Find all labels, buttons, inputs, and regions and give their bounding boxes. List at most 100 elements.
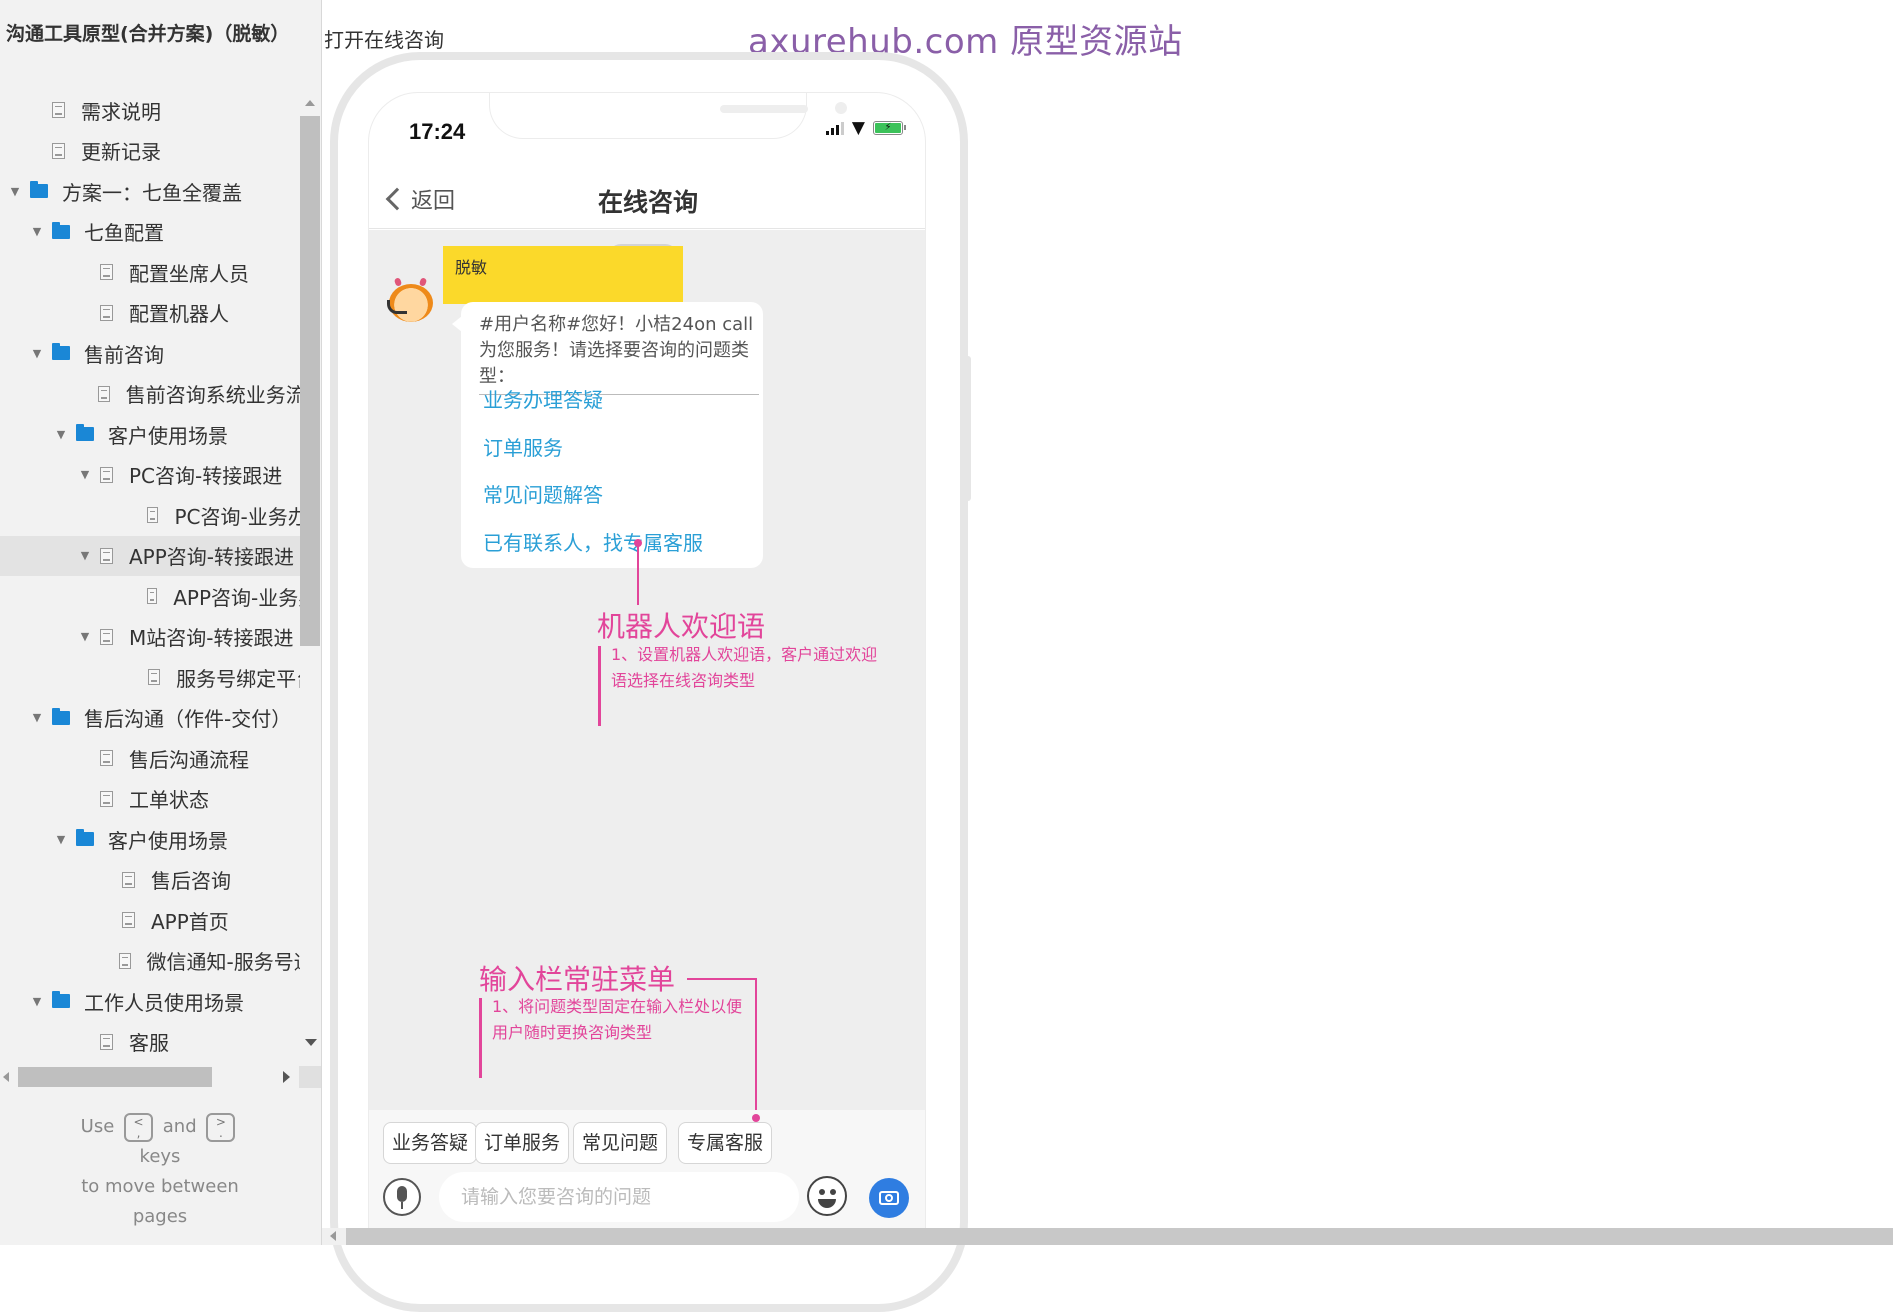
scroll-left-arrow-icon[interactable] xyxy=(330,1231,336,1241)
annotation-connector xyxy=(637,543,639,605)
page-icon xyxy=(100,304,113,321)
scroll-up-arrow-icon[interactable] xyxy=(305,100,315,106)
tree-item[interactable]: ▼PC咨询-业务办理 xyxy=(0,495,300,536)
prev-key-icon: <, xyxy=(124,1112,154,1142)
tree-item-label: 配置机器人 xyxy=(129,302,229,327)
phone-side-button xyxy=(966,356,971,501)
quick-menu-order[interactable]: 订单服务 xyxy=(475,1122,570,1164)
page-icon xyxy=(52,142,65,159)
page-horizontal-scrollbar[interactable] xyxy=(322,1228,1893,1245)
tree-item[interactable]: ▼ 售后沟通（作件-交付） xyxy=(0,698,300,739)
input-bar: 业务答疑 订单服务 常见问题 专属客服 xyxy=(369,1110,925,1231)
expand-arrow-icon[interactable]: ▼ xyxy=(78,468,92,481)
folder-icon xyxy=(76,829,94,847)
emoji-icon[interactable] xyxy=(807,1176,847,1216)
horizontal-scrollbar[interactable] xyxy=(0,1066,300,1088)
page-icon xyxy=(52,102,65,119)
tree-item[interactable]: ▼售前咨询系统业务流程 xyxy=(0,374,300,415)
hint-pages: pages xyxy=(132,1206,188,1227)
tree-item[interactable]: ▼配置坐席人员 xyxy=(0,252,300,293)
hint-move: to move between xyxy=(81,1176,239,1197)
tree-item[interactable]: ▼ 工作人员使用场景 xyxy=(0,981,300,1022)
tree-item-label: APP咨询-业务办理 xyxy=(173,585,300,610)
expand-arrow-icon[interactable]: ▼ xyxy=(78,630,92,643)
expand-arrow-icon[interactable]: ▼ xyxy=(8,185,22,198)
scrollbar-thumb[interactable] xyxy=(300,116,320,646)
page-icon xyxy=(122,871,135,888)
scrollbar-thumb[interactable] xyxy=(18,1067,212,1087)
page-icon xyxy=(146,588,158,605)
folder-icon xyxy=(52,343,70,361)
expand-arrow-icon[interactable]: ▼ xyxy=(30,225,44,238)
tree-item[interactable]: ▼ 售前咨询 xyxy=(0,333,300,374)
tree-item[interactable]: ▼微信通知-服务号通知 xyxy=(0,941,300,982)
page-icon xyxy=(100,547,113,564)
expand-arrow-icon[interactable]: ▼ xyxy=(30,711,44,724)
scroll-right-arrow-icon[interactable] xyxy=(283,1071,290,1083)
tree-item[interactable]: ▼ 客户使用场景 xyxy=(0,414,300,455)
hint-use: Use xyxy=(80,1116,115,1137)
page-icon xyxy=(148,669,161,686)
tree-item[interactable]: ▼ 方案一：七鱼全覆盖 xyxy=(0,171,300,212)
option-exclusive-agent[interactable]: 已有联系人，找专属客服 xyxy=(483,527,703,556)
tree-item-label: PC咨询-转接跟进 xyxy=(129,464,283,489)
quick-menu-exclusive-agent[interactable]: 专属客服 xyxy=(678,1122,773,1164)
annotation-title: 机器人欢迎语 xyxy=(597,610,766,643)
page-icon xyxy=(147,507,159,524)
tree-item-label: 配置坐席人员 xyxy=(129,261,249,286)
expand-arrow-icon[interactable]: ▼ xyxy=(54,428,68,441)
tree-item-label: 七鱼配置 xyxy=(84,221,164,246)
expand-arrow-icon[interactable]: ▼ xyxy=(78,549,92,562)
annotation-connector xyxy=(755,978,757,1116)
nav-bar: 返回 在线咨询 xyxy=(369,175,925,229)
project-title: 沟通工具原型(合并方案)（脱敏） xyxy=(6,23,290,45)
scroll-down-arrow-icon[interactable] xyxy=(305,1039,317,1046)
hint-and: and xyxy=(162,1116,197,1137)
expand-arrow-icon[interactable]: ▼ xyxy=(30,347,44,360)
annotation-body: 1、将问题类型固定在输入栏处以便用户随时更换咨询类型 xyxy=(492,997,743,1042)
tree-item[interactable]: ▼售后咨询 xyxy=(0,860,300,901)
keyboard-hint: Use <, and >. keys to move between pages xyxy=(60,1112,260,1232)
scroll-left-arrow-icon[interactable] xyxy=(3,1072,9,1082)
tree-item[interactable]: ▼更新记录 xyxy=(0,131,300,172)
option-business[interactable]: 业务办理答疑 xyxy=(483,384,603,413)
signal-icon xyxy=(825,121,844,135)
battery-charging-icon: ⚡ xyxy=(873,121,906,135)
tree-item-label: 客户使用场景 xyxy=(108,828,228,853)
option-faq[interactable]: 常见问题解答 xyxy=(483,479,603,508)
tree-item[interactable]: ▼需求说明 xyxy=(0,90,300,131)
masked-label: 脱敏 xyxy=(443,246,683,304)
camera-icon[interactable] xyxy=(869,1178,909,1218)
tree-item-label: 需求说明 xyxy=(81,99,161,124)
tree-item[interactable]: ▼售后沟通流程 xyxy=(0,738,300,779)
quick-menu-faq[interactable]: 常见问题 xyxy=(573,1122,668,1164)
tree-item[interactable]: ▼ M站咨询-转接跟进 xyxy=(0,617,300,658)
page-icon xyxy=(122,912,135,929)
tree-item[interactable]: ▼ PC咨询-转接跟进 xyxy=(0,455,300,496)
next-key-icon: >. xyxy=(206,1112,236,1142)
tree-item[interactable]: ▼ APP咨询-转接跟进 xyxy=(0,535,300,576)
page-icon xyxy=(119,952,131,969)
vertical-scrollbar[interactable] xyxy=(300,96,320,1056)
tree-item-label: 售前咨询 xyxy=(84,342,164,367)
message-input[interactable] xyxy=(439,1172,799,1222)
tree-item[interactable]: ▼APP首页 xyxy=(0,900,300,941)
quick-menu-business[interactable]: 业务答疑 xyxy=(383,1122,478,1164)
expand-arrow-icon[interactable]: ▼ xyxy=(30,995,44,1008)
tree-item[interactable]: ▼APP咨询-业务办理 xyxy=(0,576,300,617)
option-order[interactable]: 订单服务 xyxy=(483,432,563,461)
tree-item[interactable]: ▼工单状态 xyxy=(0,779,300,820)
wifi-icon: ▼ xyxy=(851,118,865,138)
tree-item[interactable]: ▼服务号绑定平台 xyxy=(0,657,300,698)
expand-arrow-icon[interactable]: ▼ xyxy=(54,833,68,846)
tree-item[interactable]: ▼配置机器人 xyxy=(0,293,300,334)
tree-item[interactable]: ▼ 七鱼配置 xyxy=(0,212,300,253)
microphone-icon[interactable] xyxy=(383,1178,421,1216)
tree-item[interactable]: ▼ 客户使用场景 xyxy=(0,819,300,860)
page-name: 打开在线咨询 xyxy=(324,28,444,52)
page-icon xyxy=(100,1033,113,1050)
tree-item-label: APP咨询-转接跟进 xyxy=(129,545,295,570)
greeting-text: #用户名称#您好！小桔24on call为您服务！请选择要咨询的问题类型： xyxy=(479,312,759,395)
tree-item[interactable]: ▼客服 xyxy=(0,1022,300,1061)
page-icon xyxy=(100,264,113,281)
